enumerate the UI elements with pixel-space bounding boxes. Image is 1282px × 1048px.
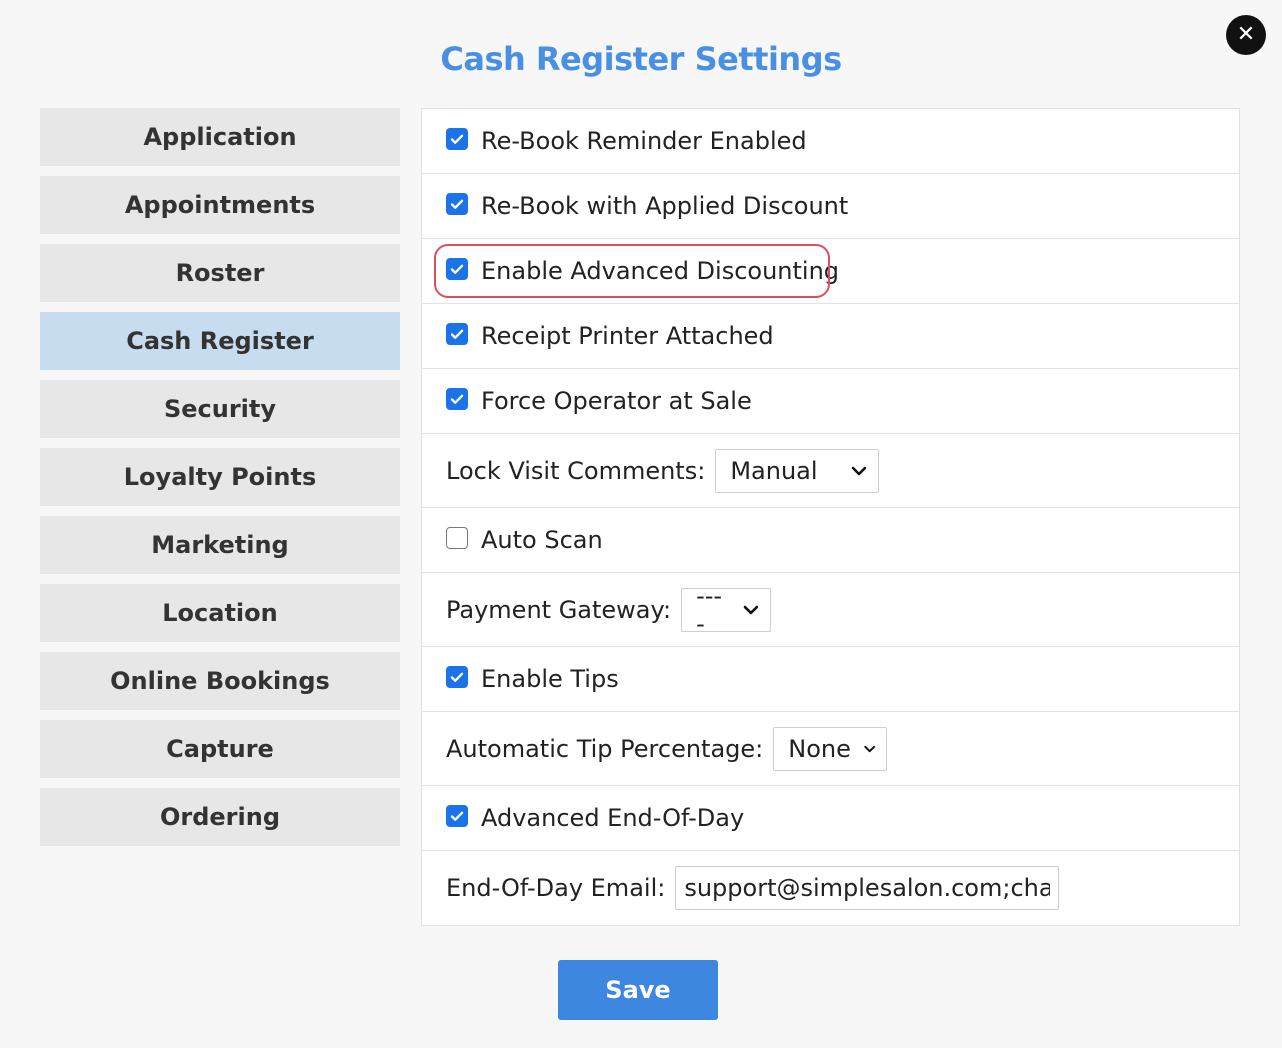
advanced-discounting-label: Enable Advanced Discounting (481, 257, 840, 285)
setting-row-advanced-eod: Advanced End-Of-Day (422, 786, 1239, 851)
receipt-printer-checkbox[interactable] (446, 323, 468, 345)
enable-tips-label: Enable Tips (481, 665, 619, 693)
sidebar-item-location[interactable]: Location (40, 584, 400, 642)
setting-row-rebook-discount: Re-Book with Applied Discount (422, 174, 1239, 239)
sidebar-item-cash-register[interactable]: Cash Register (40, 312, 400, 370)
lock-visit-comments-value: Manual (730, 456, 818, 485)
lock-visit-comments-select[interactable]: Manual (715, 448, 880, 493)
auto-tip-percentage-label: Automatic Tip Percentage: (446, 734, 764, 763)
save-button[interactable]: Save (558, 960, 718, 1020)
check-icon (450, 811, 464, 821)
rebook-reminder-checkbox[interactable] (446, 128, 468, 150)
sidebar-item-online-bookings[interactable]: Online Bookings (40, 652, 400, 710)
setting-row-auto-tip-percentage: Automatic Tip Percentage: None (422, 712, 1239, 786)
setting-row-receipt-printer: Receipt Printer Attached (422, 304, 1239, 369)
settings-sidebar: Application Appointments Roster Cash Reg… (40, 108, 400, 856)
check-icon (450, 264, 464, 274)
sidebar-item-security[interactable]: Security (40, 380, 400, 438)
rebook-discount-label: Re-Book with Applied Discount (481, 192, 849, 220)
payment-gateway-select[interactable]: ---- (681, 582, 772, 638)
force-operator-label: Force Operator at Sale (481, 387, 752, 415)
payment-gateway-label: Payment Gateway: (446, 595, 672, 624)
setting-row-force-operator: Force Operator at Sale (422, 369, 1239, 434)
check-icon (450, 394, 464, 404)
enable-tips-checkbox[interactable] (446, 666, 468, 688)
sidebar-item-loyalty-points[interactable]: Loyalty Points (40, 448, 400, 506)
dialog-title: Cash Register Settings (440, 40, 842, 78)
sidebar-item-capture[interactable]: Capture (40, 720, 400, 778)
advanced-discounting-checkbox[interactable] (446, 258, 468, 280)
advanced-eod-label: Advanced End-Of-Day (481, 804, 745, 832)
sidebar-item-roster[interactable]: Roster (40, 244, 400, 302)
setting-row-rebook-reminder: Re-Book Reminder Enabled (422, 109, 1239, 174)
setting-row-lock-visit-comments: Lock Visit Comments: Manual (422, 434, 1239, 508)
lock-visit-comments-label: Lock Visit Comments: (446, 456, 706, 485)
auto-tip-percentage-select[interactable]: None (773, 726, 888, 771)
sidebar-item-appointments[interactable]: Appointments (40, 176, 400, 234)
setting-row-enable-tips: Enable Tips (422, 647, 1239, 712)
sidebar-item-ordering[interactable]: Ordering (40, 788, 400, 846)
auto-tip-percentage-value: None (788, 734, 851, 763)
auto-scan-checkbox[interactable] (446, 527, 468, 549)
check-icon (450, 199, 464, 209)
chevron-down-icon (864, 745, 876, 752)
check-icon (450, 134, 464, 144)
eod-email-label: End-Of-Day Email: (446, 874, 666, 902)
close-icon: ✕ (1236, 22, 1256, 47)
setting-row-eod-email: End-Of-Day Email: (422, 851, 1239, 925)
payment-gateway-value: ---- (696, 581, 723, 638)
rebook-discount-checkbox[interactable] (446, 193, 468, 215)
auto-scan-label: Auto Scan (481, 526, 603, 554)
force-operator-checkbox[interactable] (446, 388, 468, 410)
setting-row-auto-scan: Auto Scan (422, 508, 1239, 573)
rebook-reminder-label: Re-Book Reminder Enabled (481, 127, 807, 155)
setting-row-advanced-discounting: Enable Advanced Discounting (422, 239, 1239, 304)
sidebar-item-marketing[interactable]: Marketing (40, 516, 400, 574)
settings-panel: Re-Book Reminder Enabled Re-Book with Ap… (421, 108, 1240, 926)
sidebar-item-application[interactable]: Application (40, 108, 400, 166)
eod-email-input[interactable] (675, 866, 1060, 910)
close-button[interactable]: ✕ (1226, 15, 1266, 55)
setting-row-payment-gateway: Payment Gateway: ---- (422, 573, 1239, 647)
chevron-down-icon (852, 466, 867, 475)
chevron-down-icon (743, 605, 759, 614)
check-icon (450, 672, 464, 682)
check-icon (450, 329, 464, 339)
receipt-printer-label: Receipt Printer Attached (481, 322, 774, 350)
advanced-eod-checkbox[interactable] (446, 805, 468, 827)
